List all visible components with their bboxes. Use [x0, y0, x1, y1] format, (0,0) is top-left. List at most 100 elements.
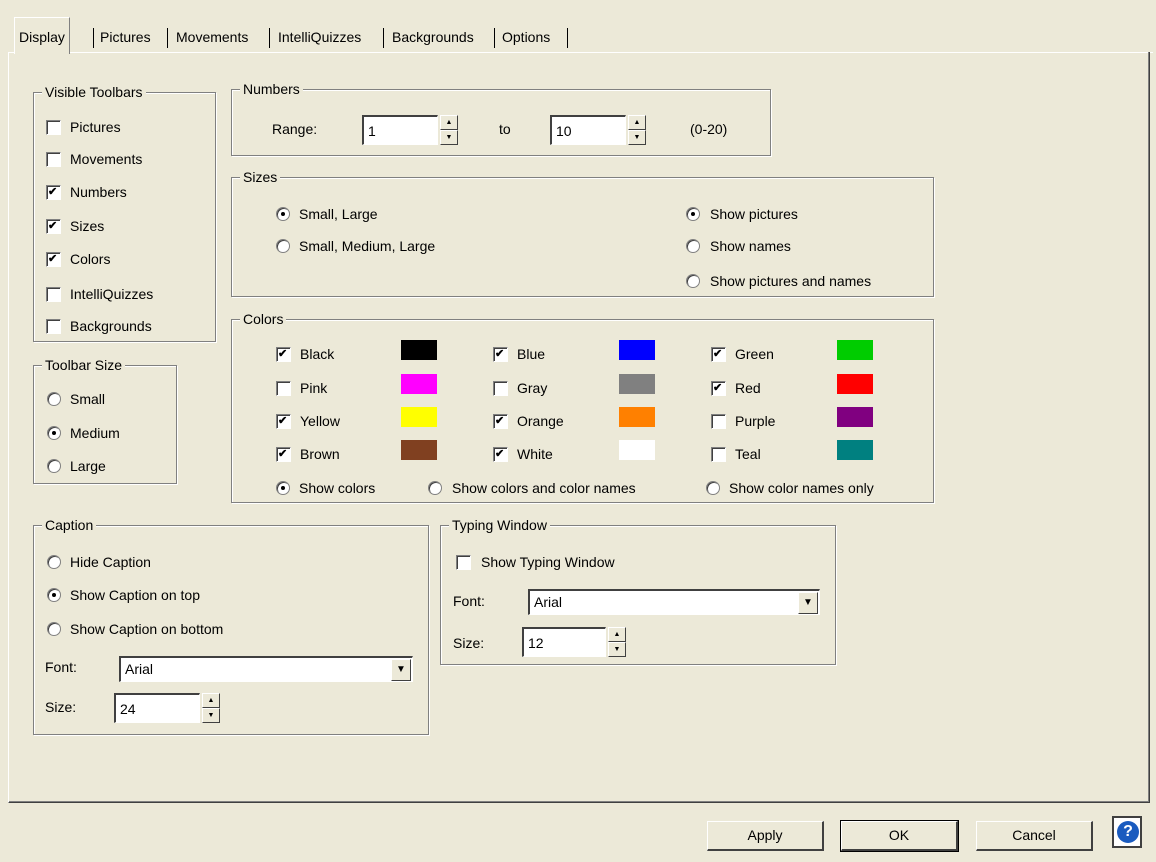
color-checkbox-pink[interactable] [276, 381, 291, 396]
tab-backgrounds[interactable]: Backgrounds [388, 20, 478, 52]
color-label-red: Red [735, 380, 761, 396]
radio-label: Small, Large [299, 206, 378, 222]
color-checkbox-red[interactable] [711, 381, 726, 396]
radio-label: Show color names only [729, 480, 874, 496]
spin-down-icon[interactable]: ▼ [202, 708, 220, 723]
color-checkbox-gray[interactable] [493, 381, 508, 396]
color-swatch-red [837, 374, 873, 394]
checkbox-numbers[interactable] [46, 185, 61, 200]
typing-size-spinner[interactable]: ▲ ▼ [608, 627, 626, 657]
tab-separator [494, 28, 495, 48]
radio-label: Small [70, 391, 106, 407]
spin-down-icon[interactable]: ▼ [440, 130, 458, 145]
radio-small-medium-large[interactable] [276, 239, 290, 253]
color-swatch-pink [401, 374, 437, 394]
numbers-title: Numbers [240, 80, 303, 98]
range-to-input[interactable] [550, 115, 626, 145]
checkbox-label: IntelliQuizzes [70, 286, 154, 302]
caption-size-input[interactable] [114, 693, 200, 723]
color-swatch-teal [837, 440, 873, 460]
color-checkbox-yellow[interactable] [276, 414, 291, 429]
tab-separator [167, 28, 168, 48]
checkbox-sizes[interactable] [46, 219, 61, 234]
checkbox-pictures[interactable] [46, 120, 61, 135]
color-checkbox-teal[interactable] [711, 447, 726, 462]
color-checkbox-purple[interactable] [711, 414, 726, 429]
radio-medium[interactable] [47, 426, 61, 440]
color-checkbox-orange[interactable] [493, 414, 508, 429]
radio-label: Show colors [299, 480, 376, 496]
radio-show-pictures[interactable] [686, 207, 700, 221]
radio-large[interactable] [47, 459, 61, 473]
checkbox-label: Backgrounds [70, 318, 152, 334]
toolbar-size-title: Toolbar Size [42, 356, 126, 374]
color-label-orange: Orange [517, 413, 564, 429]
radio-small[interactable] [47, 392, 61, 406]
spin-up-icon[interactable]: ▲ [608, 627, 626, 642]
radio-show-colors[interactable] [276, 481, 290, 495]
checkbox-movements[interactable] [46, 152, 61, 167]
apply-button[interactable]: Apply [707, 821, 824, 851]
spin-down-icon[interactable]: ▼ [628, 130, 646, 145]
color-checkbox-white[interactable] [493, 447, 508, 462]
color-label-pink: Pink [300, 380, 328, 396]
typing-font-select[interactable]: Arial ▼ [528, 589, 820, 615]
color-checkbox-green[interactable] [711, 347, 726, 362]
colors-group: Colors [231, 310, 934, 503]
checkbox-label: Movements [70, 151, 143, 167]
checkbox-label: Colors [70, 251, 111, 267]
color-swatch-yellow [401, 407, 437, 427]
show-typing-window-checkbox[interactable] [456, 555, 471, 570]
dropdown-arrow-icon[interactable]: ▼ [391, 659, 411, 681]
checkbox-colors[interactable] [46, 252, 61, 267]
tab-movements[interactable]: Movements [172, 20, 252, 52]
radio-show-color-names-only[interactable] [706, 481, 720, 495]
color-checkbox-blue[interactable] [493, 347, 508, 362]
radio-caption-top[interactable] [47, 588, 61, 602]
radio-caption-bottom[interactable] [47, 622, 61, 636]
caption-size-label: Size: [45, 699, 77, 715]
tab-display[interactable]: Display [14, 17, 70, 54]
radio-label: Show colors and color names [452, 480, 636, 496]
spin-up-icon[interactable]: ▲ [202, 693, 220, 708]
tab-separator [93, 28, 94, 48]
checkbox-intelliquizzes[interactable] [46, 287, 61, 302]
help-button[interactable]: ? [1112, 816, 1142, 848]
tab-pictures[interactable]: Pictures [96, 20, 155, 52]
tab-intelliquizzes[interactable]: IntelliQuizzes [274, 20, 365, 52]
checkbox-label: Numbers [70, 184, 127, 200]
color-label-brown: Brown [300, 446, 340, 462]
ok-button[interactable]: OK [840, 820, 959, 852]
radio-label: Show names [710, 238, 791, 254]
caption-font-select[interactable]: Arial ▼ [119, 656, 413, 682]
range-to-spinner[interactable]: ▲ ▼ [628, 115, 646, 145]
color-checkbox-brown[interactable] [276, 447, 291, 462]
radio-hide-caption[interactable] [47, 555, 61, 569]
color-swatch-white [619, 440, 655, 460]
checkbox-label: Pictures [70, 119, 121, 135]
radio-show-pictures-and-names[interactable] [686, 274, 700, 288]
spin-down-icon[interactable]: ▼ [608, 642, 626, 657]
radio-small-large[interactable] [276, 207, 290, 221]
radio-show-names[interactable] [686, 239, 700, 253]
radio-label: Show Caption on top [70, 587, 200, 603]
dropdown-arrow-icon[interactable]: ▼ [798, 592, 818, 614]
spin-up-icon[interactable]: ▲ [440, 115, 458, 130]
range-from-spinner[interactable]: ▲ ▼ [440, 115, 458, 145]
color-swatch-purple [837, 407, 873, 427]
color-label-teal: Teal [735, 446, 761, 462]
caption-size-spinner[interactable]: ▲ ▼ [202, 693, 220, 723]
radio-label: Show pictures [710, 206, 798, 222]
range-label: Range: [272, 121, 318, 137]
color-checkbox-black[interactable] [276, 347, 291, 362]
range-from-input[interactable] [362, 115, 438, 145]
color-swatch-brown [401, 440, 437, 460]
spin-up-icon[interactable]: ▲ [628, 115, 646, 130]
checkbox-backgrounds[interactable] [46, 319, 61, 334]
tab-options[interactable]: Options [498, 20, 554, 52]
typing-font-label: Font: [453, 593, 485, 609]
radio-show-colors-and-names[interactable] [428, 481, 442, 495]
color-swatch-gray [619, 374, 655, 394]
cancel-button[interactable]: Cancel [976, 821, 1093, 851]
typing-size-input[interactable] [522, 627, 606, 657]
